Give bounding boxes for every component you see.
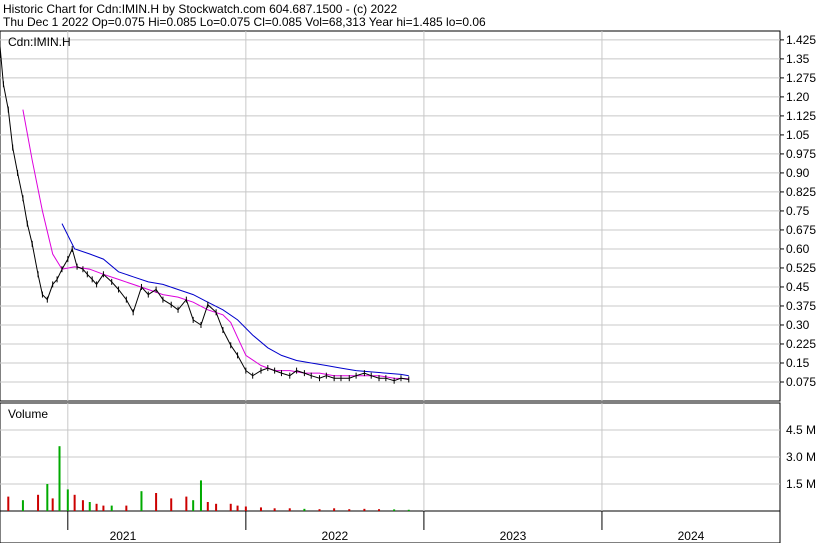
volume-bar [51,498,54,511]
volume-bar [393,509,396,511]
x-tick-label: 2022 [322,529,349,543]
volume-bar [58,446,61,511]
volume-bar [244,506,247,511]
y-tick-label: 0.60 [786,242,810,256]
volume-bar [215,503,218,511]
volume-bar [206,502,209,511]
y-tick-label: 0.975 [786,147,816,161]
chart-header-line1: Historic Chart for Cdn:IMIN.H by Stockwa… [3,2,397,16]
chart-header-line2: Thu Dec 1 2022 Op=0.075 Hi=0.085 Lo=0.07… [3,15,486,29]
volume-bar [407,509,410,511]
volume-bar [378,509,381,511]
volume-bar [88,502,91,511]
y-tick-label: 0.15 [786,356,810,370]
volume-bar [170,498,173,511]
volume-bar [348,509,351,511]
x-tick-label: 2021 [110,529,137,543]
y-tick-label: 0.30 [786,318,810,332]
volume-bar [229,503,232,511]
volume-bar [192,500,195,511]
price-panel-label: Cdn:IMIN.H [8,35,71,49]
volume-bar [288,508,291,511]
y-tick-label: 0.75 [786,204,810,218]
volume-tick-label: 4.5 M [786,423,816,437]
y-tick-label: 1.425 [786,33,816,47]
volume-bar [199,480,202,511]
volume-bar [37,494,40,511]
y-tick-labels: 1.425 1.35 1.275 1.20 1.125 1.05 0.975 0.90 0.82… [786,33,816,491]
volume-bar [7,496,10,511]
stock-chart: Historic Chart for Cdn:IMIN.H by Stockwa… [0,0,830,544]
volume-bar [81,500,84,511]
volume-tick-label: 3.0 M [786,450,816,464]
y-tick-label: 1.05 [786,128,810,142]
volume-bar [185,496,188,511]
x-tick-label: 2023 [500,529,527,543]
y-tick-label: 0.45 [786,280,810,294]
volume-panel-label: Volume [8,407,48,421]
y-tick-label: 1.125 [786,109,816,123]
volume-bar [21,500,24,511]
x-tick-label: 2024 [678,529,705,543]
y-tick-label: 0.075 [786,375,816,389]
y-tick-label: 1.35 [786,52,810,66]
volume-bar [303,508,306,511]
volume-bar [318,509,321,511]
volume-tick-label: 1.5 M [786,477,816,491]
y-tick-label: 0.525 [786,261,816,275]
volume-bar [259,507,262,511]
chart-svg: Historic Chart for Cdn:IMIN.H by Stockwa… [0,2,816,544]
volume-bar [140,491,143,511]
volume-bar [102,505,105,511]
volume-bar [155,493,158,511]
volume-bar [73,494,76,511]
y-tick-label: 0.825 [786,185,816,199]
volume-bar [363,508,366,511]
volume-bar [273,508,276,511]
y-tick-label: 0.225 [786,337,816,351]
price-panel [0,30,781,402]
volume-bar [95,503,98,511]
volume-bar [236,505,239,511]
y-tick-label: 0.375 [786,299,816,313]
volume-bar [110,505,113,511]
volume-bar [66,489,69,511]
y-tick-label: 0.675 [786,223,816,237]
volume-bar [46,484,49,511]
volume-bar [333,508,336,511]
y-tick-label: 1.275 [786,71,816,85]
y-tick-label: 1.20 [786,90,810,104]
y-tick-label: 0.90 [786,166,810,180]
volume-bar [125,505,128,511]
